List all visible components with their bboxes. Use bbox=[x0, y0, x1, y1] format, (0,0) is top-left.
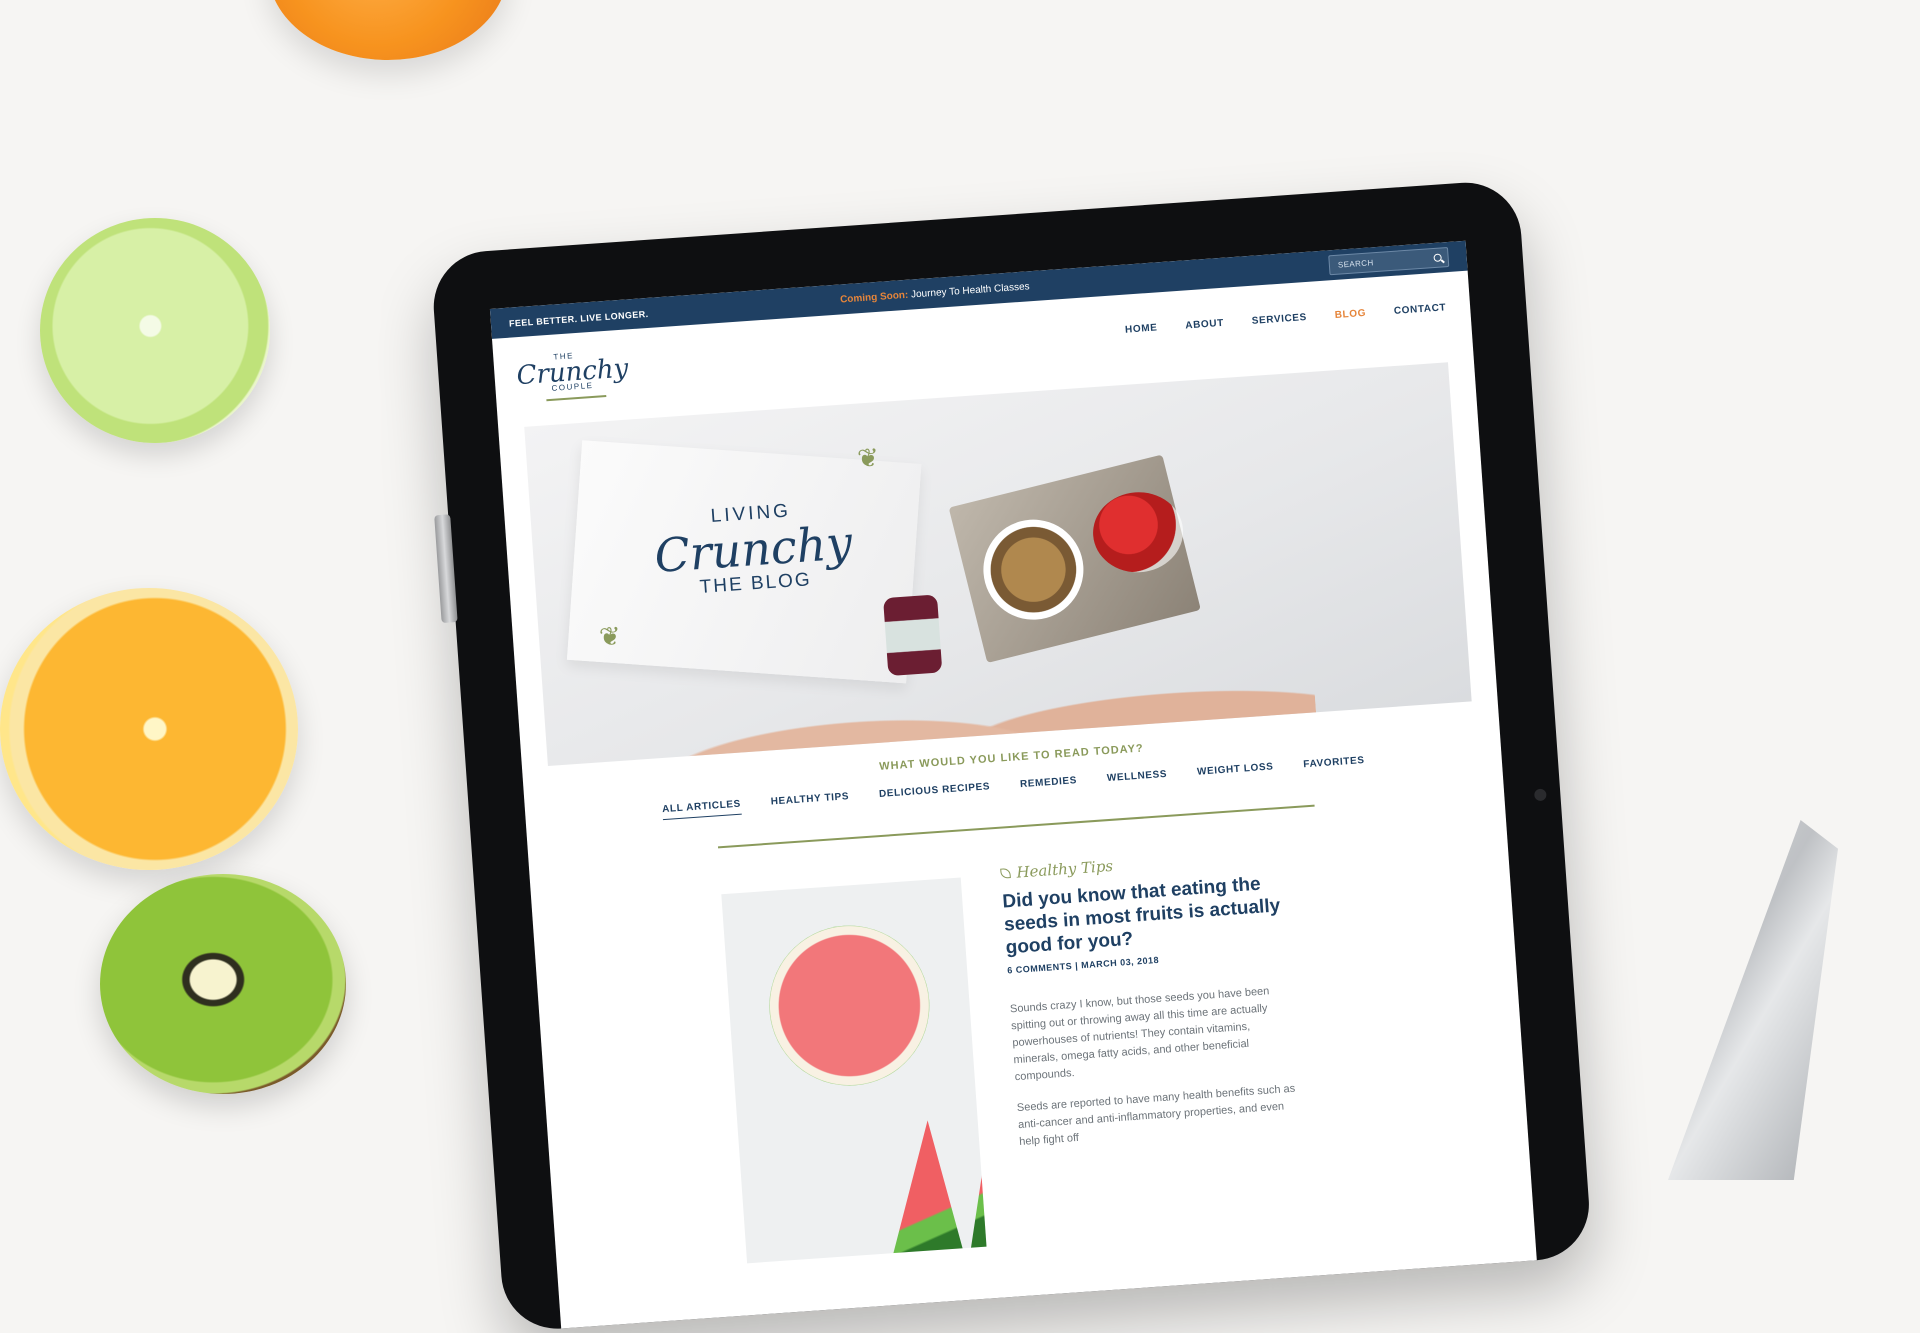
kiwi-decoration bbox=[100, 874, 346, 1094]
post-date: MARCH 03, 2018 bbox=[1080, 954, 1160, 971]
blog-post-card: Healthy Tips Did you know that eating th… bbox=[530, 809, 1534, 1276]
post-meta-separator: | bbox=[1074, 960, 1079, 971]
post-category-label: Healthy Tips bbox=[1015, 856, 1114, 882]
announcement-text: Journey To Health Classes bbox=[910, 281, 1030, 301]
nav-blog[interactable]: BLOG bbox=[1334, 308, 1366, 321]
nav-services[interactable]: SERVICES bbox=[1251, 312, 1307, 327]
post-title[interactable]: Did you know that eating the seeds in mo… bbox=[1002, 871, 1286, 959]
post-excerpt-continued: Seeds are reported to have many health b… bbox=[1016, 1082, 1296, 1149]
site-logo[interactable]: THE Crunchy COUPLE bbox=[513, 346, 629, 408]
post-body: Healthy Tips Did you know that eating th… bbox=[1000, 845, 1299, 1151]
lemon-decoration bbox=[0, 588, 298, 870]
search-placeholder: SEARCH bbox=[1337, 258, 1374, 270]
watermelon-image bbox=[763, 920, 935, 1091]
category-tab-weight-loss[interactable]: WEIGHT LOSS bbox=[1197, 761, 1275, 782]
post-comments-link[interactable]: 6 COMMENTS bbox=[1007, 961, 1073, 976]
search-icon[interactable] bbox=[1433, 253, 1442, 262]
nav-home[interactable]: HOME bbox=[1125, 322, 1158, 335]
site-tagline: FEEL BETTER. LIVE LONGER. bbox=[508, 308, 649, 329]
category-tab-remedies[interactable]: REMEDIES bbox=[1020, 775, 1078, 795]
watermelon-slices-image bbox=[818, 1114, 987, 1263]
post-excerpt: Sounds crazy I know, but those seeds you… bbox=[1009, 985, 1270, 1084]
sprig-icon: ❦ bbox=[856, 442, 881, 474]
nav-about[interactable]: ABOUT bbox=[1185, 318, 1224, 332]
category-tab-favorites[interactable]: FAVORITES bbox=[1303, 755, 1365, 775]
website-screen: FEEL BETTER. LIVE LONGER. Coming Soon: J… bbox=[489, 240, 1537, 1329]
hero-title: LIVING Crunchy THE BLOG bbox=[640, 496, 866, 603]
sprig-icon: ❦ bbox=[598, 620, 622, 653]
logo-underline bbox=[546, 395, 607, 402]
category-tab-wellness[interactable]: WELLNESS bbox=[1107, 769, 1168, 789]
post-thumbnail[interactable] bbox=[721, 877, 987, 1264]
orange-decoration bbox=[268, 0, 508, 60]
announcement-banner[interactable]: Coming Soon: Journey To Health Classes bbox=[840, 281, 1030, 305]
tablet-camera bbox=[1533, 788, 1547, 802]
nav-contact[interactable]: CONTACT bbox=[1394, 302, 1447, 317]
category-tab-delicious-recipes[interactable]: DELICIOUS RECIPES bbox=[879, 781, 991, 805]
knife-decoration bbox=[1668, 820, 1838, 1180]
announcement-prefix: Coming Soon: bbox=[839, 289, 909, 306]
tablet-device: FEEL BETTER. LIVE LONGER. Coming Soon: J… bbox=[430, 178, 1593, 1333]
hero-banner: ❦ ❦ LIVING Crunchy THE BLOG bbox=[524, 362, 1472, 767]
lime-decoration bbox=[40, 218, 270, 443]
category-tab-all-articles[interactable]: ALL ARTICLES bbox=[661, 798, 742, 821]
main-nav: HOME ABOUT SERVICES BLOG CONTACT bbox=[1125, 302, 1447, 335]
logo-couple: COUPLE bbox=[551, 380, 594, 393]
tablet-side-button bbox=[434, 514, 458, 624]
search-input[interactable]: SEARCH bbox=[1328, 246, 1450, 276]
category-tab-healthy-tips[interactable]: HEALTHY TIPS bbox=[770, 791, 849, 812]
leaf-icon bbox=[1000, 868, 1011, 879]
